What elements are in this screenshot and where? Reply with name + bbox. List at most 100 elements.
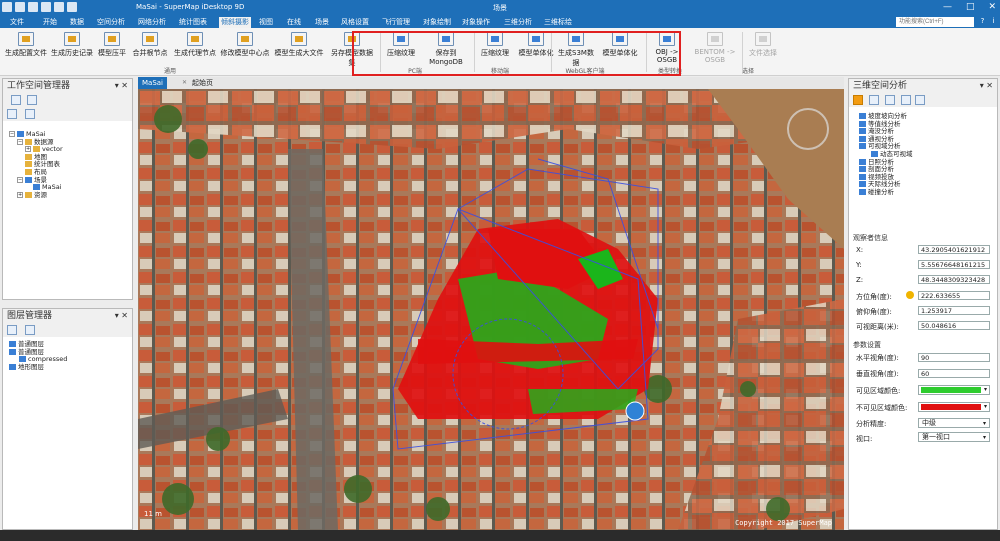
menu-tab[interactable]: 在线	[283, 17, 305, 28]
ribbon-button[interactable]: BENTOM -> OSGB	[688, 30, 742, 64]
redo-icon[interactable]	[41, 2, 51, 12]
pitch-field[interactable]: 1.253917	[918, 306, 990, 315]
ribbon-button[interactable]: 生成历史记录	[50, 30, 94, 64]
ribbon-button-label: 生成历史记录	[51, 49, 93, 57]
pick-observer-icon[interactable]	[906, 291, 914, 299]
analysis-item[interactable]: 碰撞分析	[855, 188, 913, 197]
minimize-button[interactable]: —	[943, 2, 952, 12]
menu-tab[interactable]: 文件	[10, 17, 24, 28]
tab-masai[interactable]: MaSai	[138, 77, 168, 89]
ribbon-button[interactable]: 模型生成大文件	[272, 30, 326, 64]
tool-icon	[64, 32, 80, 46]
info-icon[interactable]: i	[989, 17, 998, 26]
layer-node[interactable]: 地形图层	[9, 363, 67, 372]
ribbon-separator	[742, 32, 743, 72]
hfov-field[interactable]: 90	[918, 353, 990, 362]
import-icon[interactable]	[885, 95, 895, 105]
vfov-field[interactable]: 60	[918, 369, 990, 378]
ribbon-button[interactable]: 文件选择	[746, 30, 780, 64]
add-analysis-icon[interactable]	[853, 95, 863, 105]
document-tabs: MaSai ✕ 起始页	[138, 77, 844, 89]
ribbon-button[interactable]: 修改模型中心点	[220, 30, 270, 64]
ribbon-button-label: 生成配置文件	[5, 49, 47, 57]
menu-tab[interactable]: 对象操作	[459, 17, 493, 28]
expand-toggle-icon[interactable]: −	[9, 131, 15, 137]
menu-tab[interactable]: 飞行管理	[380, 17, 412, 28]
menu-tab[interactable]: 倾斜摄影	[219, 17, 251, 28]
menu-tab[interactable]: 三维分析	[502, 17, 534, 28]
tab-start-page[interactable]: 起始页	[188, 77, 217, 89]
expand-toggle-icon[interactable]: +	[25, 146, 31, 153]
menu-tab[interactable]: 风格设置	[338, 17, 372, 28]
close-button[interactable]: ✕	[988, 2, 996, 12]
layer-tree[interactable]: 普通图层 普通图层 compressed 地形图层	[9, 340, 67, 372]
tree-view-icon[interactable]	[7, 109, 17, 119]
layer-toolbar	[3, 323, 132, 337]
heading-field[interactable]: 222.633655	[918, 291, 990, 300]
analysis-toolbar	[849, 93, 997, 107]
y-field[interactable]: 5.55676648161215	[918, 260, 990, 269]
workspace-toolbar	[3, 93, 132, 107]
analysis-icon	[859, 143, 866, 150]
hidden-color-picker[interactable]: ▾	[918, 402, 990, 412]
maximize-button[interactable]: □	[966, 2, 975, 12]
analysis-icon	[859, 158, 866, 165]
menu-tab[interactable]: 开始	[40, 17, 60, 28]
ribbon-button[interactable]: 生成配置文件	[4, 30, 48, 64]
analysis-icon	[859, 128, 866, 135]
z-field[interactable]: 48.3448309323428	[918, 275, 990, 284]
ribbon-button[interactable]: 模型压平	[96, 30, 128, 64]
visible-color-swatch	[921, 387, 981, 393]
export-icon[interactable]	[901, 95, 911, 105]
precision-value: 中级	[922, 419, 936, 427]
undo-icon[interactable]	[28, 2, 38, 12]
expand-toggle-icon[interactable]: −	[17, 176, 23, 183]
open-icon[interactable]	[67, 2, 77, 12]
menu-tab[interactable]: 空间分析	[95, 17, 127, 28]
expand-toggle-icon[interactable]: −	[17, 138, 23, 145]
panel-pin-icon[interactable]: ▾ ✕	[115, 79, 128, 93]
search-icon[interactable]	[25, 109, 35, 119]
menu-tab[interactable]: 数据	[67, 17, 87, 28]
analysis-icon	[871, 150, 878, 157]
help-icon[interactable]: ?	[978, 17, 987, 26]
menu-tab[interactable]: 场景	[312, 17, 332, 28]
tool-icon	[755, 32, 771, 46]
precision-select[interactable]: 中级 ▾	[918, 418, 990, 428]
layer-view-icon[interactable]	[7, 325, 17, 335]
menu-tab[interactable]: 网络分析	[135, 17, 169, 28]
menu-tab[interactable]: 三维标绘	[541, 17, 575, 28]
scene-view[interactable]: 11 m Copyright 2017 SuperMap	[138, 89, 844, 530]
ribbon-button[interactable]: 合并根节点	[130, 30, 170, 64]
tree-node[interactable]: + 资源	[9, 191, 63, 200]
panel-pin-icon[interactable]: ▾ ✕	[115, 309, 128, 323]
x-field[interactable]: 43.2905401621912	[918, 245, 990, 254]
layer-icon	[9, 341, 16, 347]
open-workspace-icon[interactable]	[11, 95, 21, 105]
menu-tab[interactable]: 对象绘制	[420, 17, 454, 28]
panel-pin-icon[interactable]: ▾ ✕	[980, 79, 993, 93]
search-icon[interactable]	[25, 325, 35, 335]
viewport-select[interactable]: 第一视口 ▾	[918, 432, 990, 442]
folder-icon	[25, 191, 32, 198]
distance-field[interactable]: 50.048616	[918, 321, 990, 330]
save-icon[interactable]	[915, 95, 925, 105]
menu-tab[interactable]: 视图	[257, 17, 275, 28]
analysis-tree[interactable]: 坡度坡向分析 等值线分析 淹没分析 通视分析 可视域分析 动态可视域 日照分析 剖面分析 视频投…	[855, 112, 913, 197]
scene-icon	[33, 184, 40, 191]
folder-icon	[25, 138, 32, 145]
expand-toggle-icon[interactable]: +	[17, 191, 23, 198]
delete-icon[interactable]	[869, 95, 879, 105]
analysis-title: 三维空间分析	[853, 81, 908, 91]
feature-search-input[interactable]	[896, 17, 974, 27]
menu-tab[interactable]: 统计图表	[176, 17, 210, 28]
ribbon-button-label: BENTOM -> OSGB	[694, 48, 736, 64]
open-datasource-icon[interactable]	[27, 95, 37, 105]
layer-manager-title: 图层管理器	[7, 311, 53, 321]
ribbon-button[interactable]: 生成代理节点	[172, 30, 218, 64]
visible-color-picker[interactable]: ▾	[918, 385, 990, 395]
new-icon[interactable]	[54, 2, 64, 12]
workspace-tree[interactable]: − MaSai − 数据源 + vector 地图 统计图表 布局 − 场景 MaSai + 资源	[9, 130, 63, 200]
save-icon[interactable]	[15, 2, 25, 12]
folder-icon	[25, 168, 32, 175]
